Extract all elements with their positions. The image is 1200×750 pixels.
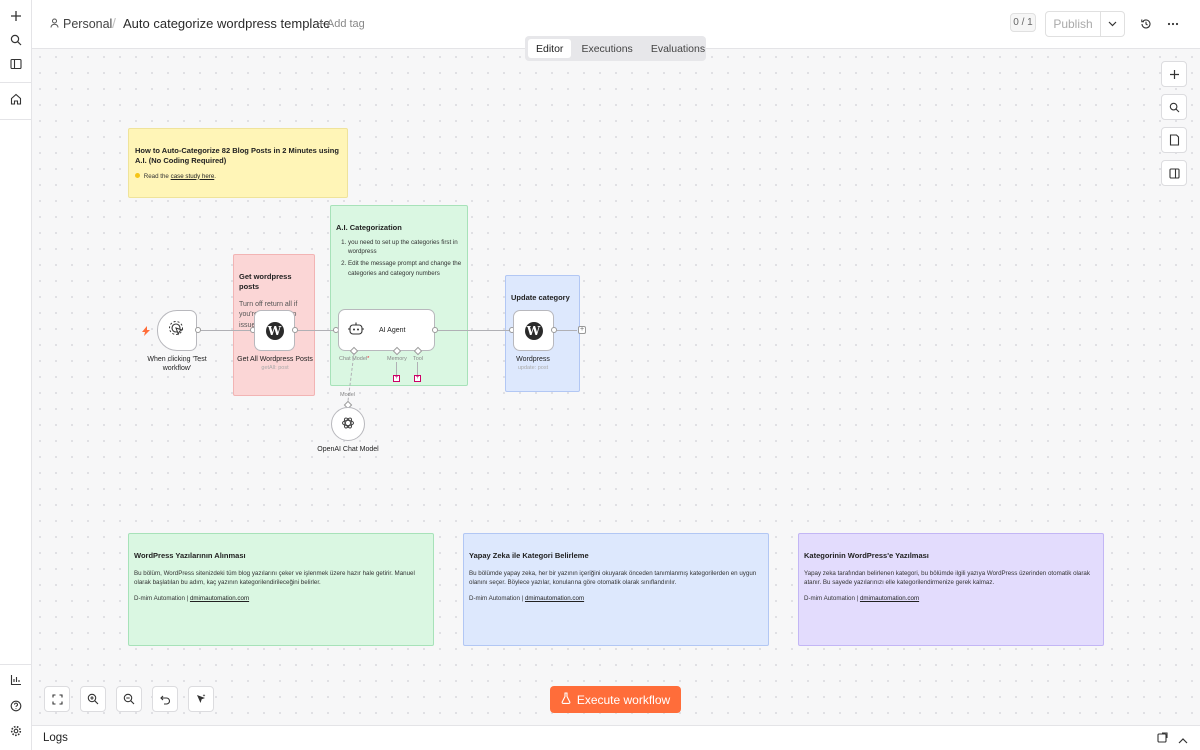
wordpress-icon: W: [524, 321, 543, 340]
note-title: Kategorinin WordPress'e Yazılması: [804, 551, 929, 560]
note-list: you need to set up the categories first …: [336, 238, 462, 278]
workspace-breadcrumb[interactable]: Personal: [50, 17, 112, 31]
ai-agent-node-label: AI Agent: [379, 326, 406, 334]
add-node-button[interactable]: +: [578, 326, 586, 334]
wordpress-update-node[interactable]: W: [513, 310, 554, 351]
add-node-panel-button[interactable]: [1161, 61, 1187, 87]
tool-port-label: Tool: [413, 356, 424, 362]
note-title: Yapay Zeka ile Kategori Belirleme: [469, 551, 589, 560]
wordpress-icon: W: [265, 321, 284, 340]
chevron-up-icon[interactable]: [1178, 733, 1188, 747]
credit-link[interactable]: dmimautomation.com: [190, 595, 249, 602]
sticky-note-intro[interactable]: How to Auto-Categorize 82 Blog Posts in …: [128, 128, 348, 198]
note-credit: D-mim Automation | dmimautomation.com: [469, 594, 585, 602]
openai-chat-model-node[interactable]: [331, 407, 365, 441]
publish-control: Publish: [1045, 11, 1125, 37]
get-posts-node[interactable]: W: [254, 310, 295, 351]
workflow-canvas[interactable]: How to Auto-Categorize 82 Blog Posts in …: [32, 49, 1200, 725]
wordpress-node-label: Wordpress: [516, 356, 550, 363]
zoom-in-button[interactable]: [80, 686, 106, 712]
help-icon[interactable]: [6, 696, 26, 716]
note-credit: D-mim Automation | dmimautomation.com: [134, 594, 250, 602]
cursor-click-icon: [168, 320, 186, 341]
insights-icon[interactable]: [6, 670, 26, 690]
add-tag-button[interactable]: + Add tag: [318, 18, 365, 30]
note-text: Bu bölümde yapay zeka, her bir yazının i…: [469, 569, 757, 587]
add-memory-button[interactable]: +: [393, 375, 400, 382]
robot-icon: [347, 321, 365, 340]
active-version-counter: 0 / 1: [1010, 13, 1036, 32]
memory-connector: [396, 362, 397, 375]
note-list-item: you need to set up the categories first …: [348, 238, 462, 257]
tidy-up-button[interactable]: [188, 686, 214, 712]
note-text: Read the case study here.: [135, 172, 341, 182]
note-title: Update category: [511, 293, 570, 302]
panel-toggle-icon[interactable]: [6, 54, 26, 74]
trigger-node-label: When clicking 'Test workflow': [147, 356, 207, 373]
publish-button[interactable]: Publish: [1046, 12, 1101, 36]
tab-evaluations[interactable]: Evaluations: [643, 39, 713, 58]
note-list-item: Edit the message prompt and change the c…: [348, 259, 462, 278]
undo-button[interactable]: [152, 686, 178, 712]
logs-label: Logs: [43, 732, 68, 744]
more-options-icon[interactable]: [1164, 15, 1182, 33]
lightning-icon: [142, 325, 150, 339]
connection-edge[interactable]: [201, 330, 253, 331]
history-icon[interactable]: [1137, 15, 1155, 33]
note-title: Get wordpress posts: [239, 272, 292, 291]
view-tabs: Editor Executions Evaluations: [525, 36, 706, 61]
user-icon: [50, 17, 59, 31]
connection-edge[interactable]: [298, 330, 334, 331]
tab-editor[interactable]: Editor: [528, 39, 572, 58]
home-icon[interactable]: [6, 89, 26, 109]
get-posts-node-label: Get All Wordpress Posts: [237, 356, 313, 363]
sticky-note-tr-ai[interactable]: Yapay Zeka ile Kategori Belirleme Bu böl…: [463, 533, 769, 646]
credit-link[interactable]: dmimautomation.com: [525, 595, 584, 602]
credit-link[interactable]: dmimautomation.com: [860, 595, 919, 602]
chevron-down-icon[interactable]: [1101, 12, 1124, 36]
connection-edge[interactable]: [438, 330, 510, 331]
sticky-note-tr-write[interactable]: Kategorinin WordPress'e Yazılması Yapay …: [798, 533, 1104, 646]
tab-executions[interactable]: Executions: [573, 39, 640, 58]
fit-view-button[interactable]: [44, 686, 70, 712]
execute-workflow-label: Execute workflow: [576, 692, 671, 707]
connection-edge: [557, 330, 577, 331]
note-title: A.I. Categorization: [336, 223, 402, 232]
case-study-link[interactable]: case study here: [171, 173, 215, 180]
openai-node-label: OpenAI Chat Model: [317, 446, 379, 453]
note-text: Yapay zeka tarafından belirlenen kategor…: [804, 569, 1090, 587]
trigger-node[interactable]: [157, 310, 197, 351]
note-text: Bu bölüm, WordPress sitenizdeki tüm blog…: [134, 569, 415, 587]
note-credit: D-mim Automation | dmimautomation.com: [804, 594, 920, 602]
workflow-title[interactable]: Auto categorize wordpress template: [123, 16, 330, 31]
pop-out-icon[interactable]: [1157, 732, 1168, 746]
toggle-side-panel-button[interactable]: [1161, 160, 1187, 186]
zoom-out-button[interactable]: [116, 686, 142, 712]
add-icon[interactable]: [6, 6, 26, 26]
search-nodes-button[interactable]: [1161, 94, 1187, 120]
get-posts-node-subtitle: getAll: post: [261, 365, 289, 371]
model-port-label: Model: [340, 392, 355, 398]
ai-agent-node[interactable]: AI Agent: [338, 309, 435, 351]
workspace-name: Personal: [63, 17, 113, 31]
logs-panel-bar[interactable]: Logs: [32, 725, 1200, 750]
lightbulb-icon: [135, 172, 140, 178]
openai-icon: [340, 415, 356, 434]
add-sticky-note-button[interactable]: [1161, 127, 1187, 153]
sticky-note-tr-fetch[interactable]: WordPress Yazılarının Alınması Bu bölüm,…: [128, 533, 434, 646]
execute-workflow-button[interactable]: Execute workflow: [550, 686, 681, 713]
breadcrumb-separator: /: [112, 15, 116, 31]
wordpress-node-subtitle: update: post: [517, 365, 549, 371]
flask-icon: [561, 692, 571, 707]
note-title: WordPress Yazılarının Alınması: [134, 551, 246, 560]
note-title: How to Auto-Categorize 82 Blog Posts in …: [135, 146, 339, 165]
add-tool-button[interactable]: +: [414, 375, 421, 382]
search-icon[interactable]: [6, 30, 26, 50]
left-sidebar: [0, 0, 32, 750]
tool-connector: [417, 362, 418, 375]
settings-gear-icon[interactable]: [6, 721, 26, 741]
